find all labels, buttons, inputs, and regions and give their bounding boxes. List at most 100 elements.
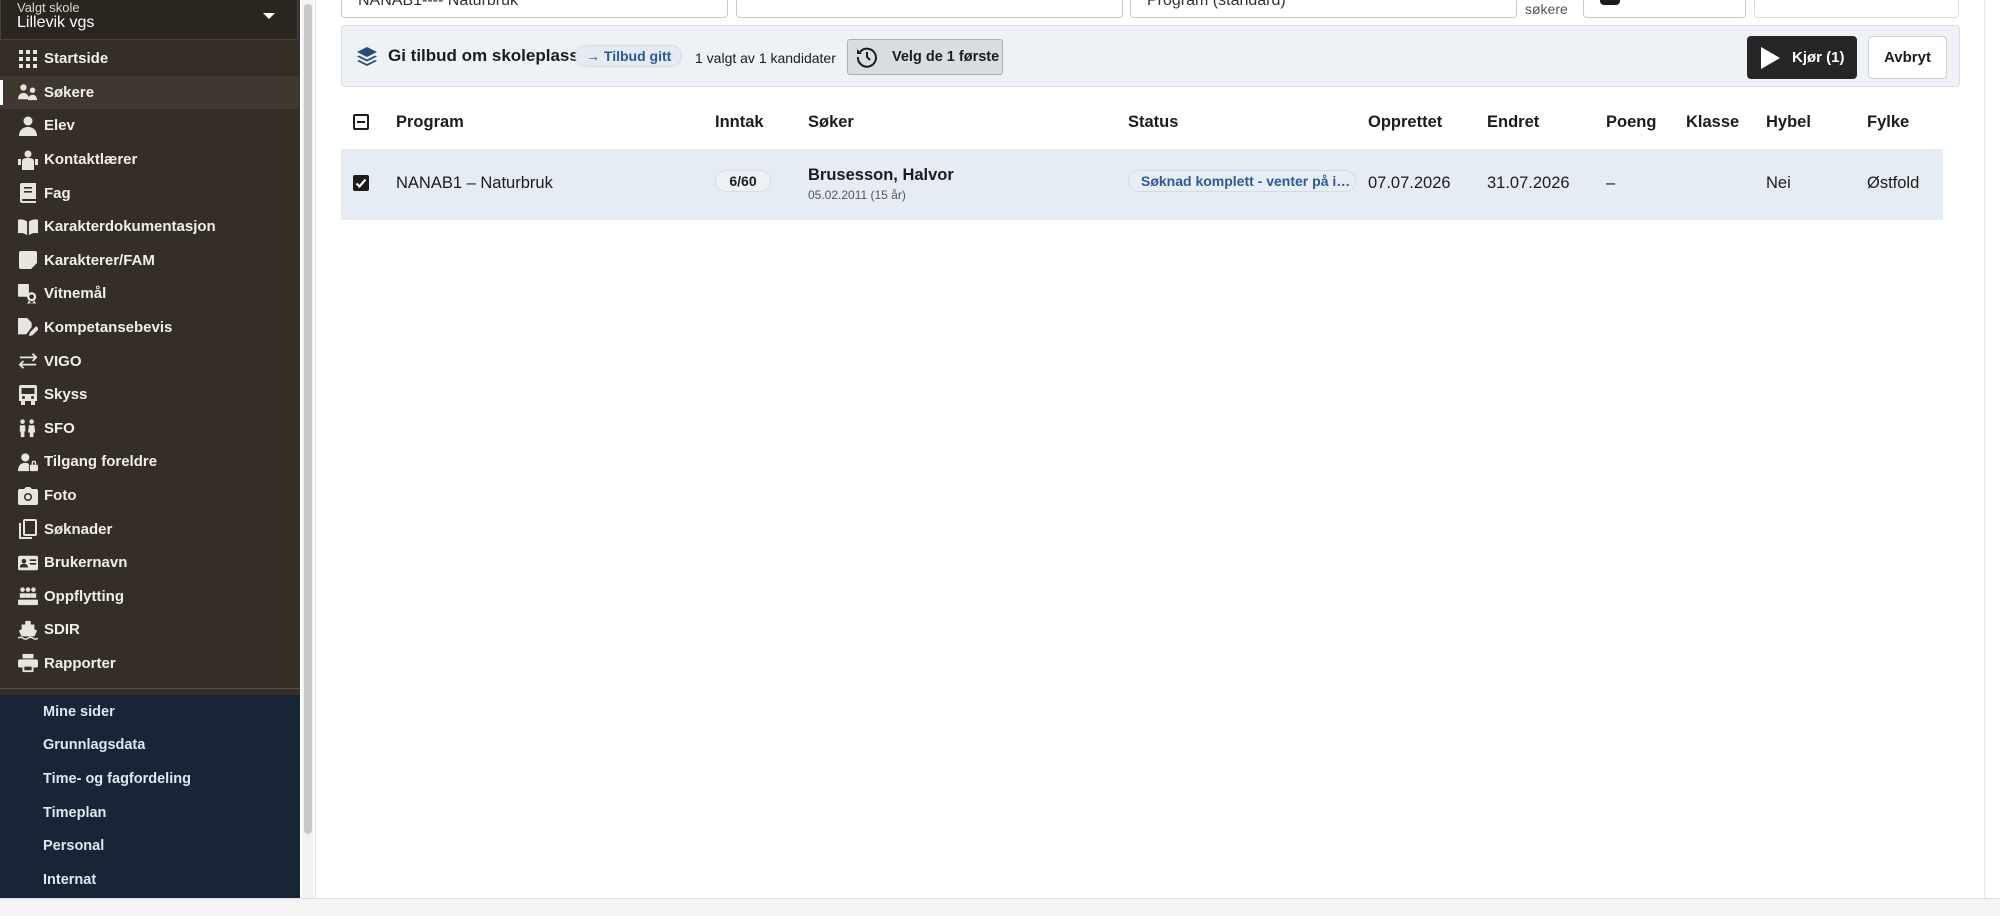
applicants-table: Program Inntak Søker Status Opprettet En… [341,101,1943,220]
bell-icon [1600,0,1620,5]
cell-inntak-badge: 6/60 [715,170,771,192]
sidebar-scrollbar-thumb[interactable] [304,4,312,834]
cell-fylke: Østfold [1867,174,1920,192]
sidebar-item-oppflytting[interactable]: Oppflytting [0,580,300,614]
column-header-opprettet[interactable]: Opprettet [1368,113,1442,132]
column-header-poeng[interactable]: Poeng [1606,113,1656,132]
secondary-filter-button[interactable] [1754,0,1959,18]
document-edit-icon [18,317,38,338]
bus-icon [18,384,38,405]
school-select-label: Valgt skole [17,0,80,15]
sidebar-item-label: Kompetansebevis [44,319,173,337]
cell-program: NANAB1 – Naturbruk [396,174,553,192]
sidebar-item-startside[interactable]: Startside [0,42,300,76]
printer-icon [18,653,38,673]
run-button[interactable]: Kjør (1) [1747,36,1857,79]
cancel-button[interactable]: Avbryt [1868,36,1947,79]
mode-filter-select[interactable]: Program (standard) [1130,0,1517,18]
swap-arrows-icon [18,351,38,371]
cell-status-badge: Søknad komplett - venter på inntak [1128,170,1356,192]
note-icon [18,250,38,270]
sidebar-item-label: SFO [44,419,75,437]
layers-icon [356,46,378,68]
sidebar-item-soknader[interactable]: Søknader [0,512,300,546]
sidebar-item-label: VIGO [44,352,82,370]
sidebar-item-label: Vitnemål [44,285,107,303]
id-card-icon [18,553,38,573]
bulk-action-bar: Gi tilbud om skoleplass → Tilbud gitt 1 … [341,25,1960,87]
school-select-value: Lillevik vgs [17,14,95,31]
select-first-button[interactable]: Velg de 1 første [847,39,1003,75]
sidebar-item-label: Rapporter [44,654,116,672]
play-icon [1761,46,1780,69]
sidebar-item-karakterer-fam[interactable]: Karakterer/FAM [0,244,300,278]
sidebar-item-label: Oppflytting [44,587,124,605]
sidebar-item-vitnemal[interactable]: Vitnemål [0,277,300,311]
sidebar-divider [0,688,300,689]
column-header-soker[interactable]: Søker [808,113,854,132]
sidebar-item-label: Tilgang foreldre [44,453,158,471]
cell-opprettet: 07.07.2026 [1368,174,1451,192]
table-row[interactable]: NANAB1 – Naturbruk 6/60 Brusesson, Halvo… [341,149,1943,220]
column-header-inntak[interactable]: Inntak [715,113,764,132]
program-filter-select[interactable]: NANAB1---- Naturbruk [341,0,728,18]
cell-applicant-name[interactable]: Brusesson, Halvor [808,166,954,185]
sidebar-item-brukernavn[interactable]: Brukernavn [0,546,300,580]
sidebar-item-skyss[interactable]: Skyss [0,378,300,412]
ship-icon [18,620,38,640]
sidebar-item-rapporter[interactable]: Rapporter [0,647,300,681]
person-lock-icon [18,452,38,472]
run-label: Kjør (1) [1792,49,1845,66]
sidebar-item-label: Kontaktlærer [44,151,138,169]
sidebar-item-foto[interactable]: Foto [0,479,300,513]
notify-button[interactable] [1583,0,1746,18]
person-icon [18,116,38,136]
select-all-checkbox[interactable] [353,114,369,130]
sidebar-subitem-mine-sider[interactable]: Mine sider [0,695,300,729]
column-header-hybel[interactable]: Hybel [1766,113,1811,132]
sidebar-item-kompetansebevis[interactable]: Kompetansebevis [0,311,300,345]
sidebar-item-sfo[interactable]: SFO [0,412,300,446]
sidebar-scrollbar[interactable] [302,0,314,898]
sidebar-subitem-time-og-fagfordeling[interactable]: Time- og fagfordeling [0,762,300,796]
sidebar-item-sdir[interactable]: SDIR [0,613,300,647]
sidebar-item-elev[interactable]: Elev [0,109,300,143]
sidebar-subitem-personal[interactable]: Personal [0,829,300,863]
row-checkbox[interactable] [353,175,369,191]
school-select[interactable]: Valgt skole Lillevik vgs [0,0,298,40]
history-icon [856,46,878,68]
cell-applicant-dob: 05.02.2011 (15 år) [808,188,906,202]
action-title: Gi tilbud om skoleplass [388,46,579,65]
sidebar-subitem-internat[interactable]: Internat [0,863,300,897]
sidebar-item-sokere[interactable]: Søkere [0,75,300,110]
column-header-endret[interactable]: Endret [1487,113,1539,132]
open-book-icon [18,217,38,237]
book-icon [18,183,38,204]
sidebar-item-tilgang-foreldre[interactable]: Tilgang foreldre [0,445,300,479]
teacher-icon [18,150,38,170]
sidebar-subitem-grunnlagsdata[interactable]: Grunnlagsdata [0,729,300,763]
sidebar-item-label: Foto [44,487,77,505]
sidebar-item-fag[interactable]: Fag [0,176,300,210]
column-header-status[interactable]: Status [1128,113,1178,132]
sidebar-item-label: Søknader [44,520,113,538]
sidebar-item-label: Brukernavn [44,554,128,572]
sidebar-item-kontaktlaerer[interactable]: Kontaktlærer [0,143,300,177]
sidebar-item-label: Fag [44,184,71,202]
sidebar-item-karakterdokumentasjon[interactable]: Karakterdokumentasjon [0,210,300,244]
sidebar-subitem-timeplan[interactable]: Timeplan [0,796,300,830]
column-header-fylke[interactable]: Fylke [1867,113,1909,132]
search-input[interactable] [736,0,1123,18]
grid-icon [18,49,38,69]
family-icon [18,418,38,438]
camera-icon [18,486,38,506]
selected-count-text: 1 valgt av 1 kandidater [695,50,836,66]
cell-hybel: Nei [1766,174,1791,192]
sidebar-secondary-nav: Mine sider Grunnlagsdata Time- og fagfor… [0,695,300,898]
main-nav: Startside Søkere Elev Kontaktlærer Fag K… [0,42,300,680]
sidebar-item-vigo[interactable]: VIGO [0,344,300,378]
sidebar: Valgt skole Lillevik vgs Startside Søker… [0,0,300,898]
column-header-program[interactable]: Program [396,113,464,132]
column-header-klasse[interactable]: Klasse [1686,113,1739,132]
right-border [1984,0,1985,898]
